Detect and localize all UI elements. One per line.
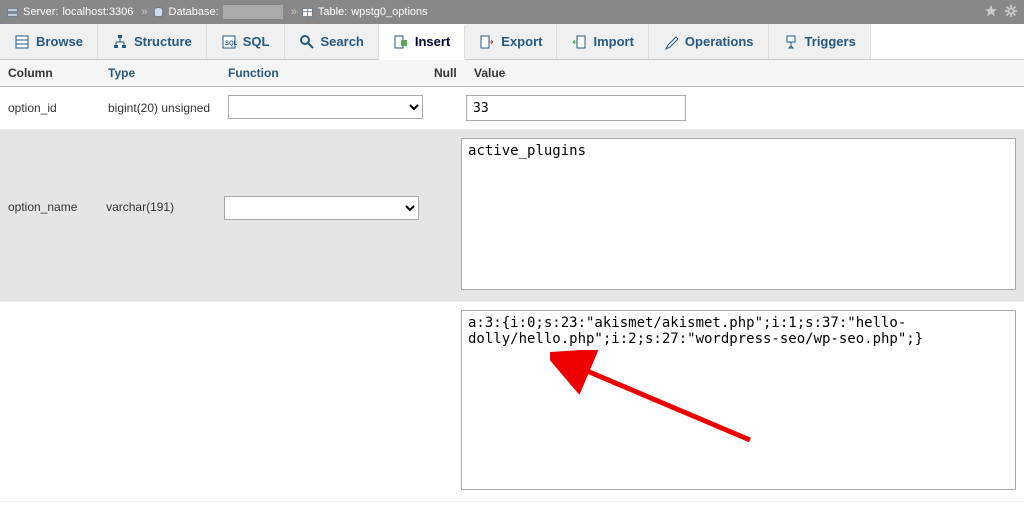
svg-text:SQL: SQL xyxy=(225,41,237,47)
tab-label: SQL xyxy=(243,34,270,49)
tab-triggers[interactable]: Triggers xyxy=(769,24,871,59)
insert-row-option-name: option_name varchar(191) xyxy=(0,130,1024,302)
insert-icon xyxy=(393,34,409,50)
breadcrumb-database[interactable]: Database: xyxy=(152,5,283,19)
tab-import[interactable]: Import xyxy=(557,24,648,59)
sql-icon: SQL xyxy=(221,34,237,50)
table-label: Table: xyxy=(318,6,347,18)
tab-label: Structure xyxy=(134,34,192,49)
tab-label: Search xyxy=(321,34,364,49)
breadcrumb-sep: » xyxy=(141,6,147,18)
tab-label: Export xyxy=(501,34,542,49)
header-value: Value xyxy=(466,60,1024,86)
tab-label: Operations xyxy=(685,34,754,49)
null-cell xyxy=(430,87,466,129)
column-name xyxy=(0,302,99,501)
null-cell xyxy=(425,302,461,501)
tabs-bar: Browse Structure SQL SQL Search Insert E… xyxy=(0,24,1024,60)
header-function[interactable]: Function xyxy=(220,60,430,86)
function-cell xyxy=(218,302,426,501)
tab-structure[interactable]: Structure xyxy=(98,24,207,59)
database-label: Database: xyxy=(169,6,219,18)
tab-search[interactable]: Search xyxy=(285,24,379,59)
header-column: Column xyxy=(0,60,100,86)
header-type[interactable]: Type xyxy=(100,60,220,86)
tab-insert[interactable]: Insert xyxy=(379,25,465,60)
database-icon xyxy=(152,6,165,19)
breadcrumb-server[interactable]: Server: localhost:3306 xyxy=(6,6,133,19)
value-textarea-option-value[interactable] xyxy=(461,310,1016,490)
tab-browse[interactable]: Browse xyxy=(0,24,98,59)
table-header-row: Column Type Function Null Value xyxy=(0,60,1024,87)
import-icon xyxy=(571,34,587,50)
table-icon xyxy=(301,6,314,19)
tab-operations[interactable]: Operations xyxy=(649,24,769,59)
insert-row-option-id: option_id bigint(20) unsigned xyxy=(0,87,1024,130)
function-select[interactable] xyxy=(228,95,423,119)
database-value-blurred xyxy=(223,5,283,19)
export-icon xyxy=(479,34,495,50)
column-name: option_id xyxy=(0,87,100,129)
column-type: bigint(20) unsigned xyxy=(100,87,220,129)
insert-row-option-value xyxy=(0,302,1024,502)
server-icon xyxy=(6,6,19,19)
header-null: Null xyxy=(430,60,466,86)
tab-label: Import xyxy=(593,34,633,49)
tab-label: Triggers xyxy=(805,34,856,49)
breadcrumb-table[interactable]: Table: wpstg0_options xyxy=(301,6,428,19)
column-type xyxy=(99,302,218,501)
browse-icon xyxy=(14,34,30,50)
tab-label: Insert xyxy=(415,34,450,49)
null-cell xyxy=(426,130,461,301)
value-textarea-option-name[interactable] xyxy=(461,138,1016,290)
column-type: varchar(191) xyxy=(98,130,216,301)
table-value: wpstg0_options xyxy=(351,6,427,18)
column-name: option_name xyxy=(0,130,98,301)
server-value: localhost:3306 xyxy=(62,6,133,18)
tab-export[interactable]: Export xyxy=(465,24,557,59)
star-icon[interactable] xyxy=(984,4,998,21)
breadcrumb: Server: localhost:3306 » Database: » Tab… xyxy=(0,0,1024,24)
gear-icon[interactable] xyxy=(1004,4,1018,21)
value-input-option-id[interactable] xyxy=(466,95,686,121)
tab-sql[interactable]: SQL SQL xyxy=(207,24,285,59)
operations-icon xyxy=(663,34,679,50)
function-select[interactable] xyxy=(224,196,419,220)
breadcrumb-sep: » xyxy=(291,6,297,18)
server-label: Server: xyxy=(23,6,58,18)
search-icon xyxy=(299,34,315,50)
structure-icon xyxy=(112,34,128,50)
tab-label: Browse xyxy=(36,34,83,49)
triggers-icon xyxy=(783,34,799,50)
